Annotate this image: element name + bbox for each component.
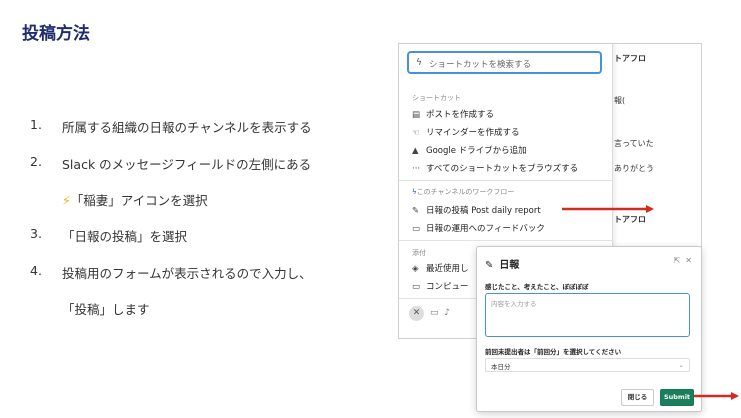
annotation-arrows	[562, 205, 739, 400]
